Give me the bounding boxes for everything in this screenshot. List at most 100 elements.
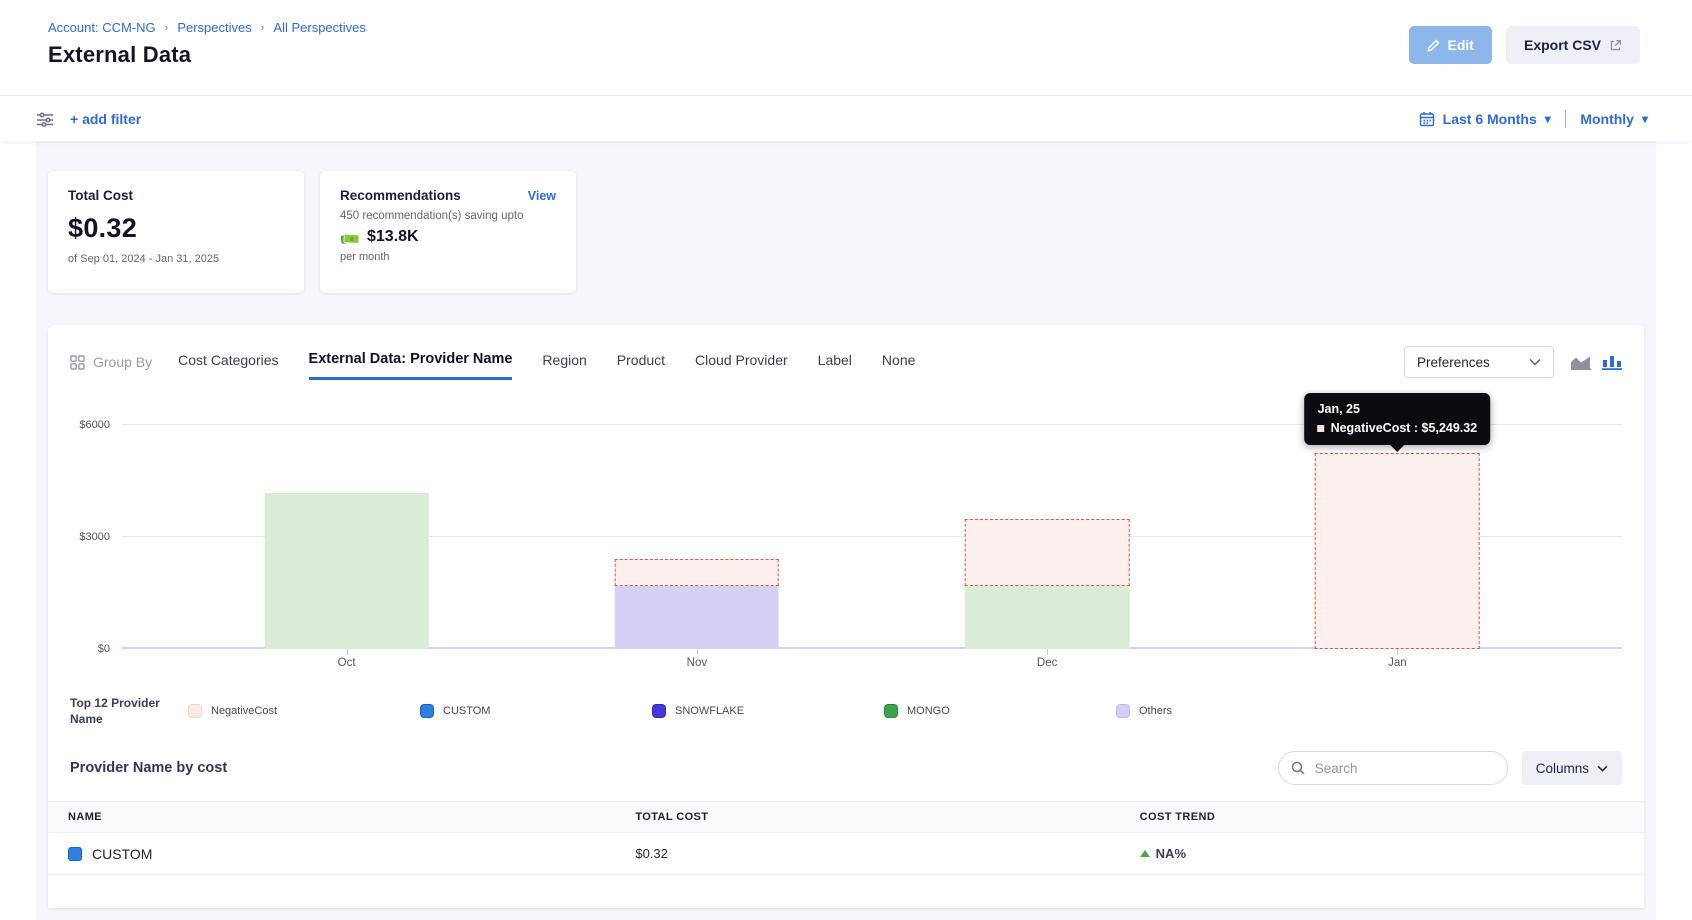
y-axis-tick-label: $0 [98, 643, 110, 655]
column-header-total-cost[interactable]: TOTAL COST [635, 811, 1139, 823]
legend-swatch [188, 704, 202, 718]
recommendations-subtitle: 450 recommendation(s) saving upto [340, 210, 556, 222]
calendar-icon [1419, 111, 1435, 127]
bar-segment-mongo[interactable] [264, 493, 429, 649]
legend-label: Others [1139, 705, 1172, 717]
table-search [1278, 751, 1508, 785]
edit-button[interactable]: Edit [1409, 26, 1492, 64]
table-title: Provider Name by cost [70, 760, 227, 776]
tab-label[interactable]: Label [818, 346, 852, 378]
export-csv-label: Export CSV [1524, 37, 1601, 53]
date-range-selector[interactable]: Last 6 Months [1443, 111, 1537, 127]
chart-column-dec[interactable]: Dec [872, 389, 1222, 649]
column-header-cost-trend[interactable]: COST TREND [1140, 811, 1644, 823]
legend-item-negativecost[interactable]: NegativeCost [188, 704, 420, 718]
chart-legend: Top 12 Provider Name NegativeCostCUSTOMS… [70, 695, 1622, 727]
tab-cloud-provider[interactable]: Cloud Provider [695, 346, 788, 378]
recommendations-view-link[interactable]: View [528, 189, 556, 203]
table-row-custom[interactable]: CUSTOM$0.32NA% [48, 833, 1644, 875]
y-axis-tick-label: $3000 [79, 531, 110, 543]
x-axis-tick-label: Dec [1037, 657, 1057, 669]
y-axis-tick-label: $6000 [79, 419, 110, 431]
content-area: Total Cost $0.32 of Sep 01, 2024 - Jan 3… [36, 141, 1656, 920]
bar-segment-negativecost[interactable] [1315, 453, 1480, 649]
bar-segment-negativecost[interactable] [965, 519, 1130, 585]
groupby-tabs: Cost Categories External Data: Provider N… [178, 345, 915, 380]
bar-chart-toggle-icon[interactable] [1602, 354, 1622, 370]
tab-region[interactable]: Region [542, 346, 586, 378]
legend-items: NegativeCost CUSTOM SNOWFLAKE MONGO Others [188, 704, 1622, 718]
bar-segment-mongo[interactable] [965, 586, 1130, 649]
columns-button-label: Columns [1536, 761, 1589, 776]
breadcrumb-account[interactable]: Account: CCM-NG [48, 20, 156, 35]
recommendations-title: Recommendations [340, 188, 461, 203]
breadcrumb-all-perspectives[interactable]: All Perspectives [273, 20, 365, 35]
table-body: CUSTOM$0.32NA% [48, 833, 1644, 875]
legend-item-snowflake[interactable]: SNOWFLAKE [652, 704, 884, 718]
chart-column-oct[interactable]: Oct [172, 389, 522, 649]
bar-segment-snowflake[interactable] [615, 586, 780, 649]
chevron-down-icon [1529, 358, 1541, 366]
cell-cost-trend: NA% [1140, 846, 1644, 861]
chart-column-jan[interactable]: JanJan, 25NegativeCost : $5,249.32 [1222, 389, 1572, 649]
columns-button[interactable]: Columns [1522, 751, 1622, 785]
tooltip-value: NegativeCost : $5,249.32 [1318, 421, 1478, 435]
search-input[interactable] [1313, 760, 1495, 777]
groupby-label-text: Group By [93, 354, 152, 370]
x-axis-tick [1397, 649, 1398, 655]
filter-toolbar: + add filter Last 6 Months ▾ Monthly ▾ [0, 96, 1692, 141]
total-cost-title: Total Cost [68, 188, 284, 203]
export-csv-button[interactable]: Export CSV [1506, 26, 1640, 64]
bar-stack-dec[interactable] [965, 519, 1130, 649]
table-header-row: Provider Name by cost Columns [70, 751, 1622, 785]
x-axis-tick [347, 649, 348, 655]
legend-label: MONGO [907, 705, 950, 717]
chart-tooltip: Jan, 25NegativeCost : $5,249.32 [1305, 393, 1491, 445]
total-cost-period: of Sep 01, 2024 - Jan 31, 2025 [68, 253, 284, 265]
time-controls: Last 6 Months ▾ Monthly ▾ [1419, 110, 1648, 128]
x-axis-tick-label: Nov [687, 657, 707, 669]
trend-up-icon [1140, 850, 1150, 857]
legend-label: SNOWFLAKE [675, 705, 744, 717]
grid-icon [70, 355, 85, 370]
area-chart-toggle-icon[interactable] [1570, 354, 1592, 370]
filter-settings-icon[interactable] [36, 111, 54, 127]
chevron-down-icon [1597, 765, 1608, 772]
bar-segment-negativecost[interactable] [615, 559, 780, 586]
bar-stack-nov[interactable] [615, 559, 780, 649]
chart-slots: OctNovDecJanJan, 25NegativeCost : $5,249… [172, 389, 1573, 649]
tab-none[interactable]: None [882, 346, 915, 378]
groupby-label: Group By [70, 354, 152, 370]
groupby-row: Group By Cost Categories External Data: P… [70, 345, 1622, 379]
column-header-name[interactable]: NAME [68, 811, 635, 823]
search-icon [1291, 761, 1305, 775]
add-filter-button[interactable]: + add filter [70, 111, 141, 127]
legend-swatch [652, 704, 666, 718]
breadcrumb-separator-icon: › [165, 22, 169, 34]
money-icon [340, 230, 360, 245]
granularity-selector[interactable]: Monthly [1580, 111, 1634, 127]
x-axis-tick [1047, 649, 1048, 655]
provider-cost-table: NAME TOTAL COST COST TREND CUSTOM$0.32NA… [48, 801, 1644, 875]
tab-product[interactable]: Product [617, 346, 665, 378]
breadcrumb-perspectives[interactable]: Perspectives [177, 20, 251, 35]
provider-swatch [68, 847, 82, 861]
bar-stack-oct[interactable] [264, 493, 429, 649]
tab-cost-categories[interactable]: Cost Categories [178, 346, 278, 378]
header-actions: Edit Export CSV [1409, 26, 1640, 64]
legend-item-custom[interactable]: CUSTOM [420, 704, 652, 718]
perspective-main-card: Group By Cost Categories External Data: P… [48, 325, 1644, 908]
bar-stack-jan[interactable] [1315, 453, 1480, 649]
page: Account: CCM-NG › Perspectives › All Per… [0, 0, 1692, 920]
preferences-dropdown[interactable]: Preferences [1404, 346, 1554, 378]
legend-label: CUSTOM [443, 705, 490, 717]
chart-column-nov[interactable]: Nov [522, 389, 872, 649]
legend-item-others[interactable]: Others [1116, 704, 1348, 718]
recommendations-savings: $13.8K [367, 228, 419, 246]
caret-down-icon[interactable]: ▾ [1642, 113, 1648, 125]
summary-cards: Total Cost $0.32 of Sep 01, 2024 - Jan 3… [48, 171, 1644, 293]
legend-swatch [1116, 704, 1130, 718]
tab-external-data-provider-name[interactable]: External Data: Provider Name [309, 345, 513, 380]
caret-down-icon[interactable]: ▾ [1545, 113, 1551, 125]
legend-item-mongo[interactable]: MONGO [884, 704, 1116, 718]
